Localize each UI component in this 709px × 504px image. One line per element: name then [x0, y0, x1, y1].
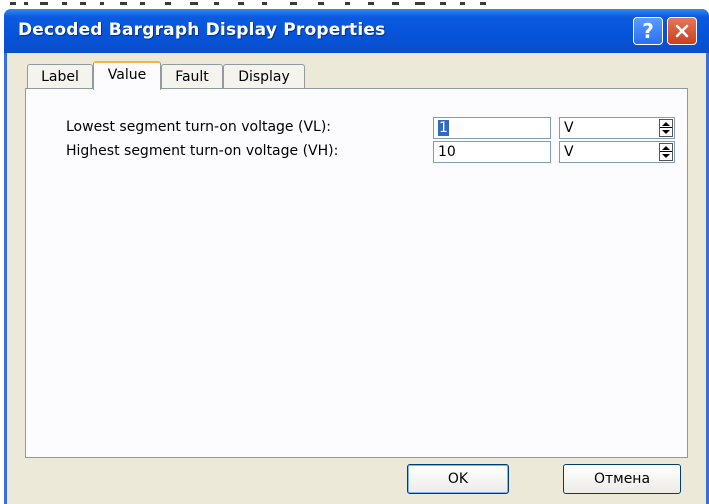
- background-window-strip: [0, 0, 709, 8]
- cancel-button[interactable]: Отмена: [563, 464, 681, 494]
- close-icon: [675, 24, 689, 38]
- spin-arrows-icon[interactable]: [659, 119, 673, 137]
- dialog-title: Decoded Bargraph Display Properties: [18, 20, 386, 40]
- vl-value-text: 1: [438, 120, 449, 136]
- vh-value-input[interactable]: 10: [433, 141, 551, 163]
- question-icon: ?: [642, 19, 654, 43]
- close-button[interactable]: [667, 17, 697, 45]
- vl-unit-text: V: [564, 120, 574, 136]
- spin-arrows-icon[interactable]: [659, 143, 673, 161]
- properties-dialog: Decoded Bargraph Display Properties ? La…: [4, 9, 709, 504]
- vh-value-text: 10: [438, 144, 456, 160]
- tab-label[interactable]: Label: [27, 64, 93, 88]
- vl-label: Lowest segment turn-on voltage (VL):: [66, 119, 331, 135]
- vh-unit-stepper[interactable]: V: [559, 141, 675, 163]
- help-button[interactable]: ?: [633, 17, 663, 45]
- dialog-client-area: Label Value Fault Display Lowest segment…: [7, 53, 706, 504]
- vh-label: Highest segment turn-on voltage (VH):: [66, 143, 339, 159]
- title-bar[interactable]: Decoded Bargraph Display Properties ?: [4, 9, 709, 53]
- ok-button[interactable]: OK: [407, 464, 509, 494]
- tab-value[interactable]: Value: [93, 61, 161, 90]
- vl-value-input[interactable]: 1: [433, 117, 551, 139]
- tab-fault[interactable]: Fault: [161, 64, 223, 88]
- value-tab-panel: Lowest segment turn-on voltage (VL): 1 V…: [25, 88, 688, 458]
- vl-unit-stepper[interactable]: V: [559, 117, 675, 139]
- tab-display[interactable]: Display: [223, 64, 305, 88]
- vh-unit-text: V: [564, 144, 574, 160]
